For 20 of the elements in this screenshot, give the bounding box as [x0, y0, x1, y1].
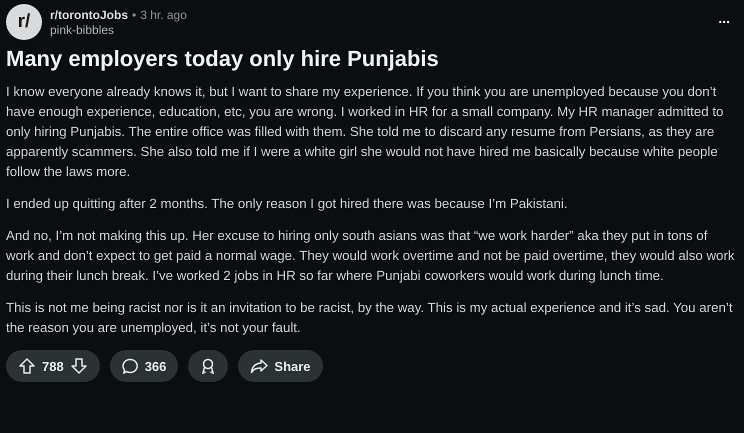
share-arrow-icon: [250, 358, 268, 374]
subreddit-avatar[interactable]: r/: [6, 4, 42, 40]
post-paragraph: I ended up quitting after 2 months. The only reason I got hired there was because I’m Pakistani.: [6, 195, 569, 213]
vote-count: 788: [42, 358, 64, 374]
upvote-icon[interactable]: [18, 357, 36, 375]
more-button[interactable]: ...: [710, 10, 738, 34]
post-time: 3 hr. ago: [140, 8, 187, 22]
comments-button[interactable]: 366: [110, 350, 178, 382]
award-icon: [200, 358, 216, 374]
post-title: Many employers today only hire Punjabis: [6, 46, 440, 72]
separator-dot: •: [132, 8, 136, 22]
award-button[interactable]: [188, 350, 228, 382]
post-paragraph: This is not me being racist nor is it an invitation to be racist, by the way. This is my actual experience and it’s sad. You aren’t the reason you are unemployed, it’s not your fault.: [6, 299, 734, 337]
speech-bubble-icon: [122, 358, 139, 374]
share-button[interactable]: Share: [238, 350, 323, 382]
post-paragraph: And no, I’m not making this up. Her excuse to hiring only south asians was that “we work harder” aka they put in tons of work and don’t expect to get paid a normal wage. They would work overtime and not be paid overtime, they would also work during their lunch break. I’ve worked 2 jobs in HR so far where Punjabi coworkers would work during lunch time.: [6, 227, 736, 285]
post-paragraph: I know everyone already knows it, but I want to share my experience. If you think you are unemployed because you don’t have enough experience, education, etc, you are wrong. I worked in HR for a small company. My HR manager admitted to only hiring Punjabis. The entire office was filled with them. She told me to discard any resume from Persians, as they are apparently scammers. She also told me if I were a white girl she would not have hired me basically because white people follow the laws more.: [6, 83, 724, 181]
downvote-icon[interactable]: [70, 357, 88, 375]
subreddit-link[interactable]: r/torontoJobs: [50, 8, 128, 22]
author-name[interactable]: pink-bibbles: [50, 22, 702, 36]
